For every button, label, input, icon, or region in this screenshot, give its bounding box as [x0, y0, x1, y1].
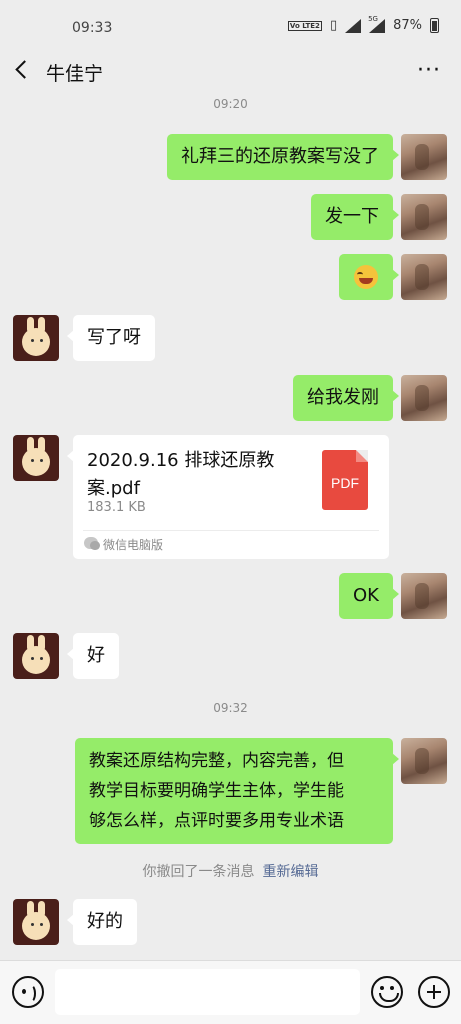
- file-name: 2020.9.16 排球还原教案.pdf: [87, 450, 275, 499]
- my-avatar[interactable]: [401, 738, 447, 784]
- contact-message-bubble[interactable]: 好的: [67, 899, 137, 945]
- my-message-bubble[interactable]: 给我发刚: [293, 375, 399, 421]
- re-edit-link[interactable]: 重新编辑: [263, 864, 319, 880]
- my-avatar[interactable]: [401, 194, 447, 240]
- file-source: 微信电脑版: [103, 538, 164, 552]
- contact-avatar[interactable]: [13, 899, 59, 945]
- contact-avatar[interactable]: [13, 435, 59, 481]
- contact-message-bubble[interactable]: 写了呀: [67, 315, 155, 361]
- battery-icon: [430, 18, 439, 33]
- vibrate-icon: ▯: [329, 18, 338, 33]
- chat-header: 牛佳宁 ···: [0, 50, 461, 94]
- my-avatar[interactable]: [401, 375, 447, 421]
- signal-5g-icon: 5G: [368, 15, 386, 33]
- file-message-card[interactable]: 2020.9.16 排球还原教案.pdf 183.1 KB PDF 微信电脑版: [67, 435, 389, 559]
- my-message-bubble[interactable]: 教案还原结构完整，内容完善，但 教学目标要明确学生主体，学生能 够怎么样，点评时…: [75, 738, 399, 844]
- volte-icon: Vo LTE2: [287, 20, 322, 31]
- voice-input-icon[interactable]: [12, 976, 44, 1008]
- message-line: 够怎么样，点评时要多用专业术语: [89, 811, 344, 831]
- my-message-bubble[interactable]: 发一下: [311, 194, 399, 240]
- contact-message-bubble[interactable]: 好: [67, 633, 119, 679]
- status-bar: 09:33 Vo LTE2 ▯ 5G 87%: [0, 0, 461, 50]
- recall-text: 你撤回了一条消息: [142, 864, 255, 880]
- pdf-file-icon: PDF: [322, 450, 368, 510]
- my-emoji-bubble[interactable]: [339, 254, 399, 300]
- input-bar: [0, 960, 461, 1024]
- battery-percent: 87%: [393, 18, 422, 33]
- my-avatar[interactable]: [401, 134, 447, 180]
- chat-timestamp: 09:20: [213, 97, 248, 111]
- message-input[interactable]: [55, 969, 360, 1015]
- my-message-bubble[interactable]: OK: [339, 573, 399, 619]
- message-line: 教案还原结构完整，内容完善，但: [89, 751, 344, 771]
- contact-avatar[interactable]: [13, 315, 59, 361]
- divider: [83, 530, 379, 531]
- my-avatar[interactable]: [401, 254, 447, 300]
- emoji-picker-icon[interactable]: [371, 976, 403, 1008]
- chat-timestamp: 09:32: [213, 701, 248, 715]
- more-options-icon[interactable]: ···: [417, 58, 441, 83]
- contact-avatar[interactable]: [13, 633, 59, 679]
- file-size: 183.1 KB: [87, 500, 146, 515]
- status-indicators: Vo LTE2 ▯ 5G 87%: [287, 15, 439, 33]
- laughing-emoji-icon: [354, 265, 378, 289]
- my-avatar[interactable]: [401, 573, 447, 619]
- chat-title: 牛佳宁: [46, 63, 104, 85]
- wechat-icon: [84, 537, 100, 550]
- message-line: 教学目标要明确学生主体，学生能: [89, 781, 344, 801]
- recall-notice: 你撤回了一条消息 重新编辑: [0, 861, 461, 881]
- status-time: 09:33: [72, 20, 113, 36]
- my-message-bubble[interactable]: 礼拜三的还原教案写没了: [167, 134, 399, 180]
- more-actions-plus-icon[interactable]: [418, 976, 450, 1008]
- signal-icon: [345, 18, 362, 33]
- back-arrow-icon[interactable]: [15, 60, 34, 79]
